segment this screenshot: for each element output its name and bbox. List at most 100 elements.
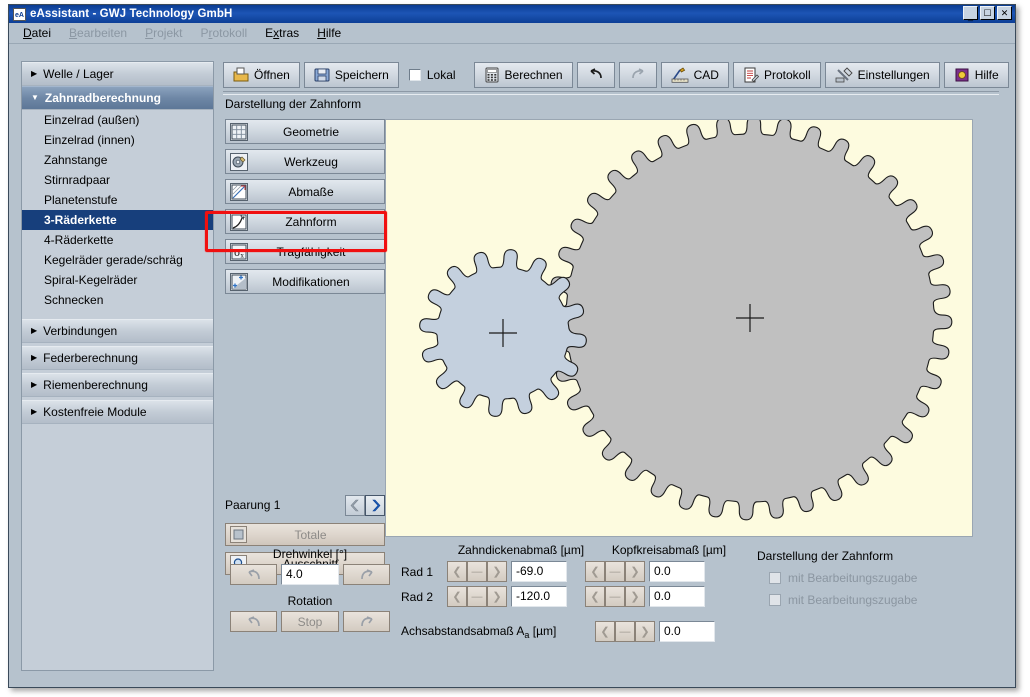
sidebar-item-spiral-kegelraeder[interactable]: Spiral-Kegelräder	[22, 270, 213, 290]
minimize-button[interactable]: _	[963, 6, 978, 20]
rad1-thickness-input[interactable]: -69.0	[511, 561, 567, 582]
sidebar-group-kostenfreie-module[interactable]: ▶ Kostenfreie Module	[22, 400, 213, 424]
stepper-next-button[interactable]: ❯	[487, 561, 507, 582]
calculate-button[interactable]: Berechnen	[474, 62, 573, 88]
close-button[interactable]: ✕	[997, 6, 1012, 20]
tab-label: Modifikationen	[256, 275, 384, 289]
rad2-thickness-stepper[interactable]: ❮ — ❯	[447, 586, 507, 607]
redo-button[interactable]	[619, 62, 657, 88]
maximize-button[interactable]: ☐	[980, 6, 995, 20]
tab-geometrie[interactable]: Geometrie	[225, 119, 385, 144]
sidebar-group-zahnradberechnung[interactable]: ▼ Zahnradberechnung	[22, 86, 213, 110]
rotation-cw-button[interactable]	[343, 611, 390, 632]
sidebar-group-label: Federberechnung	[43, 351, 138, 365]
stepper-prev-button[interactable]: ❮	[595, 621, 615, 642]
stepper-reset-button[interactable]: —	[615, 621, 635, 642]
sidebar-item-planetenstufe[interactable]: Planetenstufe	[22, 190, 213, 210]
stepper-reset-button[interactable]: —	[467, 586, 487, 607]
pairing-next-button[interactable]	[365, 495, 385, 516]
sidebar-item-kegelraeder[interactable]: Kegelräder gerade/schräg	[22, 250, 213, 270]
pairing-prev-button[interactable]	[345, 495, 365, 516]
cad-button[interactable]: CAD	[661, 62, 729, 88]
tab-werkzeug[interactable]: Werkzeug	[225, 149, 385, 174]
rotation-stop-button[interactable]: Stop	[281, 611, 339, 632]
drehwinkel-group: Drehwinkel [°] 4.0 Rotation	[225, 547, 395, 632]
grid-icon	[230, 123, 248, 141]
rad2-tip-stepper[interactable]: ❮ — ❯	[585, 586, 645, 607]
sidebar-item-schnecken[interactable]: Schnecken	[22, 290, 213, 310]
bottom-controls: Drehwinkel [°] 4.0 Rotation	[219, 543, 1005, 663]
stepper-prev-button[interactable]: ❮	[585, 586, 605, 607]
tooth-thickness-header: Zahndickenabmaß [µm]	[447, 543, 595, 557]
tab-label: Zahnform	[256, 215, 384, 229]
protocol-button[interactable]: Protokoll	[733, 62, 821, 88]
stepper-next-button[interactable]: ❯	[487, 586, 507, 607]
rotation-ccw-button[interactable]	[230, 611, 277, 632]
menu-datei[interactable]: Datei	[23, 26, 51, 40]
menu-projekt[interactable]: Projekt	[145, 26, 182, 40]
display-options-group: Darstellung der Zahnform mit Bearbeitung…	[757, 549, 1030, 615]
stepper-next-button[interactable]: ❯	[625, 561, 645, 582]
sidebar-item-zahnstange[interactable]: Zahnstange	[22, 150, 213, 170]
rad1-tip-stepper[interactable]: ❮ — ❯	[585, 561, 645, 582]
menu-hilfe[interactable]: Hilfe	[317, 26, 341, 40]
center-distance-stepper[interactable]: ❮ — ❯	[595, 621, 655, 642]
center-distance-input[interactable]: 0.0	[659, 621, 715, 642]
save-button[interactable]: Speichern	[304, 62, 399, 88]
undo-arrow-icon	[588, 68, 604, 83]
undo-button[interactable]	[577, 62, 615, 88]
checkbox-box-icon	[409, 69, 421, 81]
settings-button[interactable]: Einstellungen	[825, 62, 940, 88]
sidebar-group-welle-lager[interactable]: ▶ Welle / Lager	[22, 62, 213, 86]
checkbox-bearbeitungszugabe-2[interactable]: mit Bearbeitungszugabe	[769, 593, 1030, 607]
tab-modifikationen[interactable]: Modifikationen	[225, 269, 385, 294]
toolbar: Öffnen Speichern Lokal	[223, 61, 999, 89]
stepper-next-button[interactable]: ❯	[635, 621, 655, 642]
sidebar-item-einzelrad-aussen[interactable]: Einzelrad (außen)	[22, 110, 213, 130]
sidebar-item-stirnradpaar[interactable]: Stirnradpaar	[22, 170, 213, 190]
tab-zahnform[interactable]: Zahnform	[225, 209, 385, 234]
sidebar-group-label: Kostenfreie Module	[43, 405, 146, 419]
stepper-next-button[interactable]: ❯	[625, 586, 645, 607]
stepper-reset-button[interactable]: —	[467, 561, 487, 582]
sidebar-group-verbindungen[interactable]: ▶ Verbindungen	[22, 319, 213, 343]
rad2-tip-input[interactable]: 0.0	[649, 586, 705, 607]
tab-label: Abmaße	[256, 185, 384, 199]
gear-drawing-canvas[interactable]	[385, 119, 973, 537]
tab-label: Tragfähigkeit	[256, 245, 384, 259]
drehwinkel-cw-button[interactable]	[343, 564, 390, 585]
local-checkbox-label: Lokal	[427, 68, 456, 82]
redo-arrow-icon	[630, 68, 646, 83]
sidebar-item-4-raederkette[interactable]: 4-Räderkette	[22, 230, 213, 250]
menu-extras[interactable]: Extras	[265, 26, 299, 40]
menu-bearbeiten[interactable]: Bearbeiten	[69, 26, 127, 40]
rad1-thickness-stepper[interactable]: ❮ — ❯	[447, 561, 507, 582]
local-checkbox[interactable]: Lokal	[403, 62, 462, 88]
tab-abmasse[interactable]: Abmaße	[225, 179, 385, 204]
stepper-reset-button[interactable]: —	[605, 561, 625, 582]
rad1-tip-input[interactable]: 0.0	[649, 561, 705, 582]
gear-tool-icon	[230, 153, 248, 171]
rad2-label: Rad 2	[401, 590, 447, 604]
drehwinkel-ccw-button[interactable]	[230, 564, 277, 585]
total-view-label: Totale	[255, 528, 384, 542]
stepper-prev-button[interactable]: ❮	[447, 561, 467, 582]
stepper-reset-button[interactable]: —	[605, 586, 625, 607]
sidebar-group-federberechnung[interactable]: ▶ Federberechnung	[22, 346, 213, 370]
help-button[interactable]: Hilfe	[944, 62, 1009, 88]
stepper-prev-button[interactable]: ❮	[585, 561, 605, 582]
menu-protokoll[interactable]: Protokoll	[200, 26, 247, 40]
stepper-prev-button[interactable]: ❮	[447, 586, 467, 607]
sidebar-item-label: Zahnstange	[44, 153, 107, 167]
sidebar-group-riemenberechnung[interactable]: ▶ Riemenberechnung	[22, 373, 213, 397]
tab-tragfaehigkeit[interactable]: σ x Tragfähigkeit	[225, 239, 385, 264]
checkbox-bearbeitungszugabe-1[interactable]: mit Bearbeitungszugabe	[769, 571, 1030, 585]
sidebar-item-einzelrad-innen[interactable]: Einzelrad (innen)	[22, 130, 213, 150]
sidebar-item-3-raederkette[interactable]: 3-Räderkette	[22, 210, 213, 230]
display-options-title: Darstellung der Zahnform	[757, 549, 1030, 563]
drehwinkel-input[interactable]: 4.0	[281, 564, 339, 585]
rad2-thickness-input[interactable]: -120.0	[511, 586, 567, 607]
sidebar-item-label: 4-Räderkette	[44, 233, 113, 247]
menu-bar: Datei Bearbeiten Projekt Protokoll Extra…	[9, 23, 1015, 44]
open-button[interactable]: Öffnen	[223, 62, 300, 88]
